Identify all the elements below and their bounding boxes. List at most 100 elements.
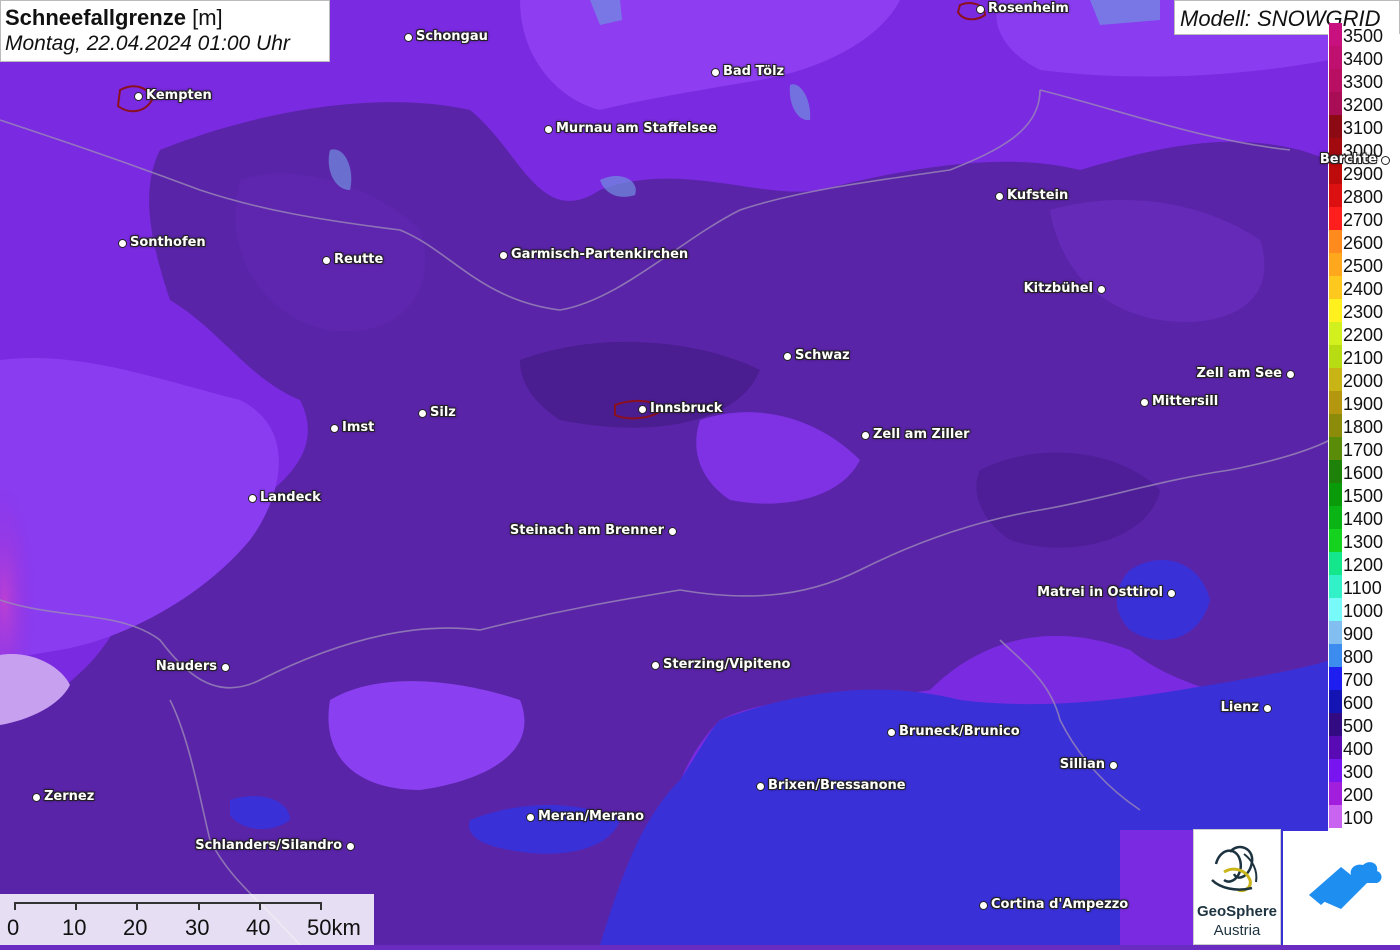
city-dot-icon bbox=[418, 409, 427, 418]
legend-row: 400 bbox=[1328, 736, 1400, 759]
legend-swatch bbox=[1329, 552, 1342, 575]
legend-label: 3400 bbox=[1343, 49, 1384, 69]
legend-swatch bbox=[1329, 46, 1342, 69]
city-label: Matrei in Osttirol bbox=[1037, 585, 1163, 600]
legend-swatch bbox=[1329, 414, 1342, 437]
geosphere-logo[interactable]: GeoSphere Austria bbox=[1193, 829, 1281, 945]
city-label: Reutte bbox=[334, 252, 384, 267]
legend-label: 1100 bbox=[1343, 578, 1382, 598]
legend-label: 2100 bbox=[1343, 348, 1384, 368]
snowgrid-logo[interactable] bbox=[1283, 831, 1400, 945]
legend-row: 2200 bbox=[1328, 322, 1400, 345]
scale-label: 40 bbox=[246, 915, 271, 940]
city-dot-icon bbox=[1097, 285, 1106, 294]
legend-row: 200 bbox=[1328, 782, 1400, 805]
legend-row: 2800 bbox=[1328, 184, 1400, 207]
legend-label: 1000 bbox=[1343, 601, 1384, 621]
city-label: Kitzbühel bbox=[1023, 281, 1093, 296]
geosphere-subtitle: Austria bbox=[1213, 922, 1261, 939]
legend-swatch bbox=[1329, 299, 1342, 322]
legend-label: 1200 bbox=[1343, 555, 1384, 575]
city-dot-icon bbox=[404, 33, 413, 42]
city-dot-icon bbox=[861, 431, 870, 440]
snowline-map bbox=[0, 0, 1400, 945]
scale-tick bbox=[198, 902, 200, 910]
legend-row: 1800 bbox=[1328, 414, 1400, 437]
legend-swatch bbox=[1329, 276, 1342, 299]
scale-label: 30 bbox=[185, 915, 210, 940]
scale-tick bbox=[136, 902, 138, 910]
city-dot-icon bbox=[1167, 589, 1176, 598]
legend-row: 2000 bbox=[1328, 368, 1400, 391]
legend-swatch bbox=[1329, 460, 1342, 483]
legend-label: 700 bbox=[1343, 670, 1374, 690]
city-dot-icon bbox=[330, 424, 339, 433]
legend-row: 3100 bbox=[1328, 115, 1400, 138]
legend-label: 2800 bbox=[1343, 187, 1384, 207]
city-label: Meran/Merano bbox=[538, 809, 645, 824]
legend-label: 2300 bbox=[1343, 302, 1384, 322]
legend-label: 1500 bbox=[1343, 486, 1384, 506]
city-label: Silz bbox=[430, 405, 456, 420]
scale-tick bbox=[14, 902, 16, 910]
legend-swatch bbox=[1329, 713, 1342, 736]
legend-row: 1700 bbox=[1328, 437, 1400, 460]
legend-label: 3100 bbox=[1343, 118, 1384, 138]
city-label: Zell am Ziller bbox=[873, 427, 970, 442]
legend-row: 1400 bbox=[1328, 506, 1400, 529]
legend-row: 2500 bbox=[1328, 253, 1400, 276]
city-label: Kufstein bbox=[1007, 188, 1069, 203]
legend-swatch bbox=[1329, 644, 1342, 667]
city-label: Schwaz bbox=[795, 348, 850, 363]
city-dot-icon bbox=[346, 842, 355, 851]
legend-row: 1100 bbox=[1328, 575, 1400, 598]
legend-row: 2300 bbox=[1328, 299, 1400, 322]
city-dot-icon bbox=[118, 239, 127, 248]
scale-tick bbox=[320, 902, 322, 910]
city-dot-icon bbox=[1286, 370, 1295, 379]
legend-swatch bbox=[1329, 322, 1342, 345]
legend-row: 2400 bbox=[1328, 276, 1400, 299]
legend-row: 1300 bbox=[1328, 529, 1400, 552]
city-label: Cortina d'Ampezzo bbox=[991, 897, 1129, 912]
legend-row: 1600 bbox=[1328, 460, 1400, 483]
city-dot-icon bbox=[1109, 761, 1118, 770]
legend-label: 500 bbox=[1343, 716, 1374, 736]
legend-row: 2600 bbox=[1328, 230, 1400, 253]
scale-tick bbox=[75, 902, 77, 910]
legend-swatch bbox=[1329, 667, 1342, 690]
legend-swatch bbox=[1329, 345, 1342, 368]
legend-row: 1900 bbox=[1328, 391, 1400, 414]
legend-label: 1800 bbox=[1343, 417, 1384, 437]
city-label: Imst bbox=[342, 420, 375, 435]
legend-swatch bbox=[1329, 759, 1342, 782]
legend-swatch bbox=[1329, 69, 1342, 92]
legend-swatch bbox=[1329, 598, 1342, 621]
scale-bar: 0 10 20 30 40 50km bbox=[0, 894, 374, 945]
legend-label: 600 bbox=[1343, 693, 1374, 713]
legend-label: 300 bbox=[1343, 762, 1374, 782]
legend-label: 1900 bbox=[1343, 394, 1384, 414]
legend-row: 800 bbox=[1328, 644, 1400, 667]
city-dot-icon bbox=[134, 92, 143, 101]
city-label: Schongau bbox=[416, 29, 488, 44]
snow-roof-icon bbox=[1309, 862, 1382, 909]
city-label: Sillian bbox=[1059, 757, 1105, 772]
legend-swatch bbox=[1329, 621, 1342, 644]
legend-label: 900 bbox=[1343, 624, 1374, 644]
legend-row: 1200 bbox=[1328, 552, 1400, 575]
legend-swatch bbox=[1329, 690, 1342, 713]
legend-swatch bbox=[1329, 391, 1342, 414]
legend-row: 3500 bbox=[1328, 23, 1400, 46]
legend-row: 3200 bbox=[1328, 92, 1400, 115]
city-dot-icon bbox=[711, 68, 720, 77]
legend-label: 1300 bbox=[1343, 532, 1384, 552]
city-label: Sonthofen bbox=[130, 235, 206, 250]
legend-swatch bbox=[1329, 437, 1342, 460]
city-label: Lienz bbox=[1220, 700, 1259, 715]
city-dot-icon bbox=[995, 192, 1004, 201]
city-dot-icon bbox=[976, 5, 985, 14]
city-dot-icon bbox=[668, 527, 677, 536]
city-label: Bruneck/Brunico bbox=[899, 724, 1020, 739]
city-dot-icon bbox=[499, 251, 508, 260]
